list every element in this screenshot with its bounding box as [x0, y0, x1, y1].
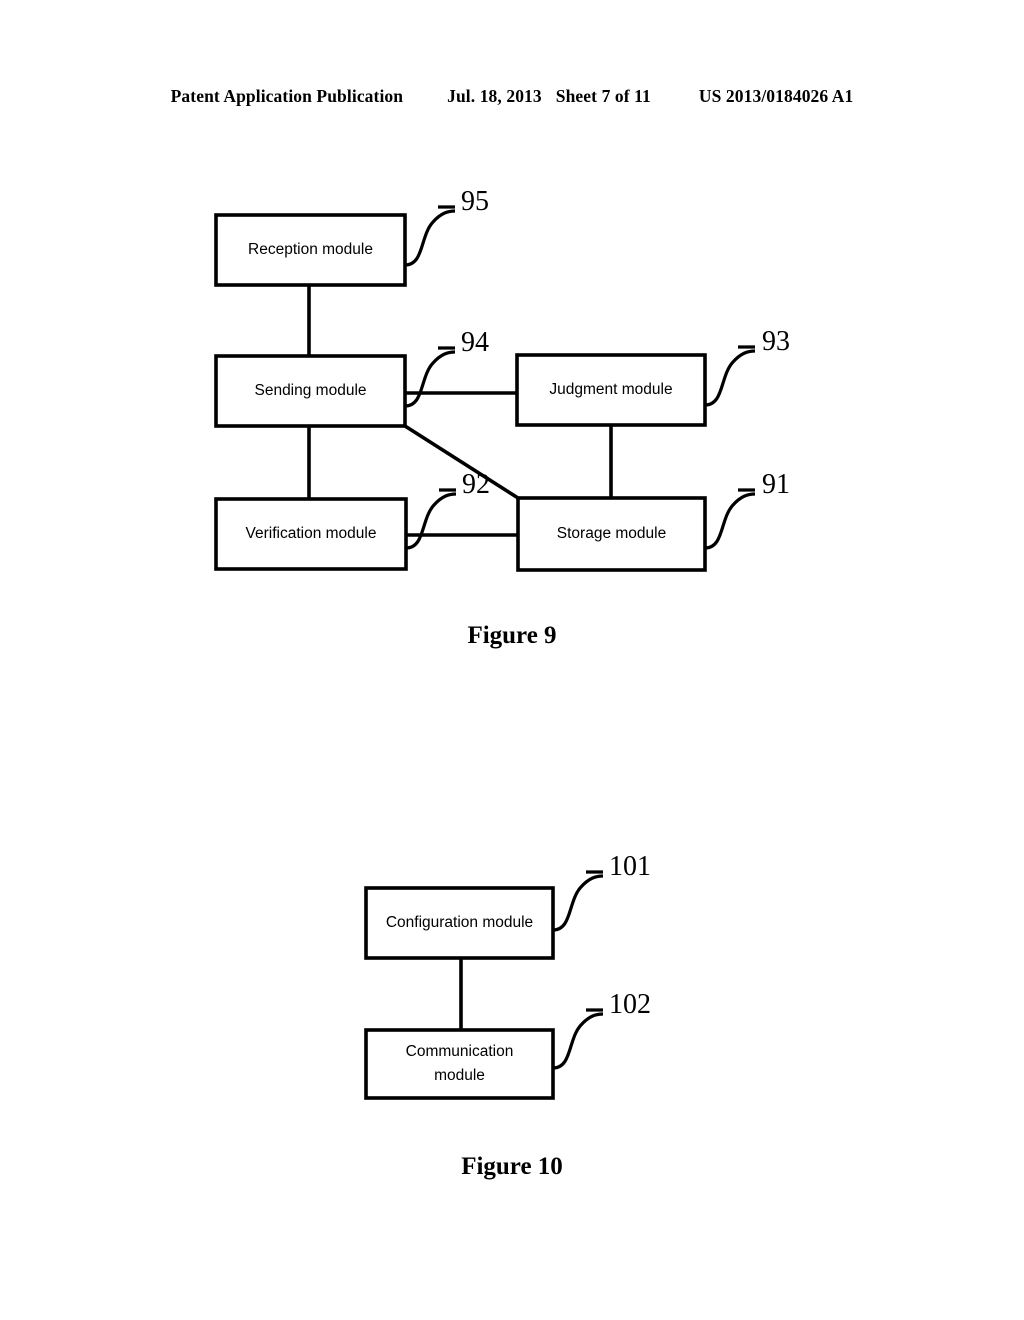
leader-line-92 [405, 492, 457, 550]
label-sending-module: Sending module [254, 381, 367, 399]
ref-numeral-101: 101 [609, 851, 651, 882]
figure-9-caption: Figure 9 [467, 622, 557, 649]
patent-figures-drawing [214, 205, 756, 1100]
label-configuration-module: Configuration module [385, 913, 534, 931]
leader-line-91 [704, 492, 756, 550]
ref-numeral-92: 92 [462, 469, 490, 500]
ref-numeral-93: 93 [762, 326, 790, 357]
leader-line-94 [404, 350, 456, 408]
figure-10-caption: Figure 10 [461, 1153, 563, 1180]
label-communication-module: Communication module [405, 1042, 514, 1084]
ref-numeral-102: 102 [609, 989, 651, 1020]
leader-line-95 [404, 209, 456, 267]
ref-numeral-95: 95 [461, 186, 489, 217]
ref-numeral-94: 94 [461, 327, 489, 358]
label-storage-module: Storage module [556, 524, 667, 542]
leader-line-102 [552, 1012, 604, 1070]
leader-line-101 [552, 874, 604, 932]
ref-numeral-91: 91 [762, 469, 790, 500]
label-judgment-module: Judgment module [549, 380, 673, 398]
leader-line-93 [704, 349, 756, 407]
label-reception-module: Reception module [248, 240, 373, 258]
label-verification-module: Verification module [245, 524, 377, 542]
